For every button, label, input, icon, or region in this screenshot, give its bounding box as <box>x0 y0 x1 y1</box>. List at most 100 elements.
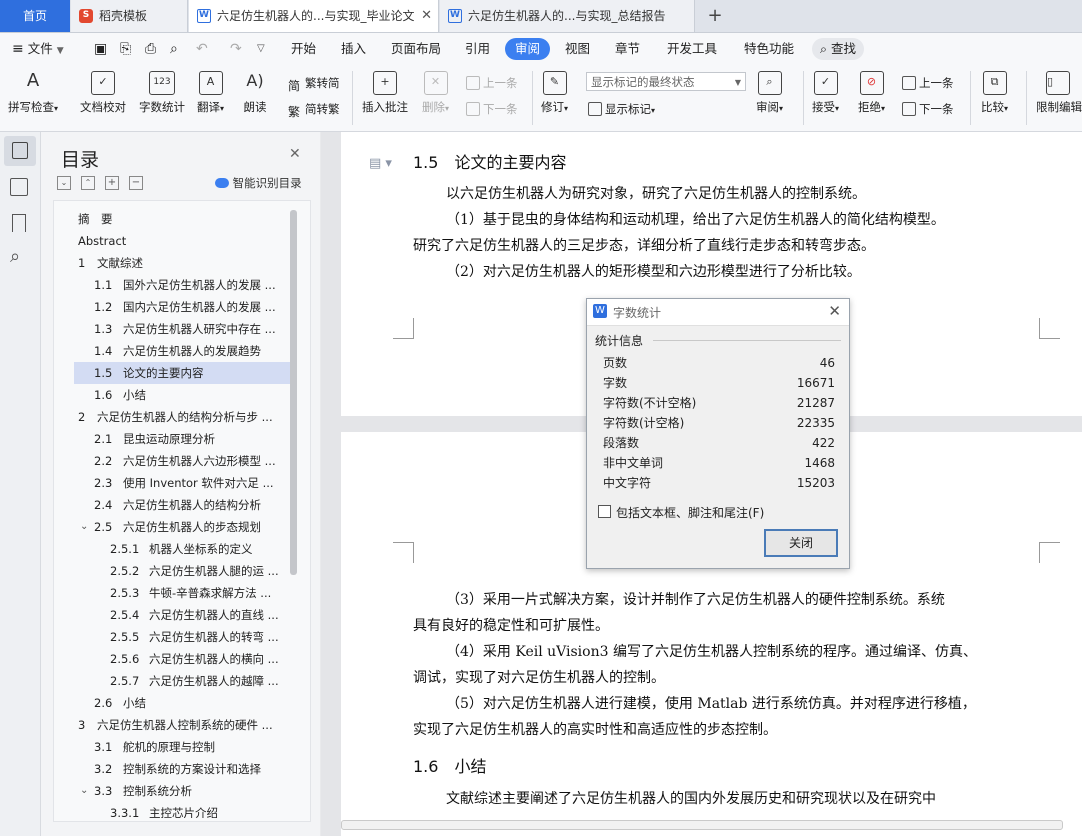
toc-item[interactable]: 3.2 控制系统的方案设计和选择 <box>74 758 290 780</box>
redo-icon[interactable]: ↷ <box>230 33 242 65</box>
include-textbox-checkbox[interactable] <box>598 505 611 518</box>
page-options-icon[interactable]: ▤ ▾ <box>369 156 392 171</box>
toc-item-number: 2.5.6 <box>110 652 140 666</box>
toc-item[interactable]: 2.2 六足仿生机器人六边形模型 ... <box>74 450 290 472</box>
tab-home[interactable]: 首页 <box>0 0 70 32</box>
prev-change-button[interactable]: 上一条 <box>902 75 954 91</box>
read-aloud-button[interactable]: A) 朗读 <box>243 71 267 115</box>
show-markup-button[interactable]: 显示标记▾ <box>588 101 655 117</box>
close-icon[interactable]: ✕ <box>289 146 301 162</box>
toc-item[interactable]: ⌄ 3.3 控制系统分析 <box>74 780 290 802</box>
chevron-down-icon[interactable]: ⌄ <box>80 780 88 802</box>
toc-item[interactable]: ⌄3六足仿生机器人控制系统的硬件 ... <box>74 714 290 736</box>
toc-item[interactable]: 1.5 论文的主要内容 <box>74 362 290 384</box>
undo-icon[interactable]: ↶ <box>196 33 208 65</box>
menu-references[interactable]: 引用 <box>465 33 490 65</box>
export-icon[interactable]: ⎘ <box>120 33 131 65</box>
toc-item[interactable]: 1.2 国内六足仿生机器人的发展 ... <box>74 296 290 318</box>
menu-page-layout[interactable]: 页面布局 <box>391 33 441 65</box>
next-change-button[interactable]: 下一条 <box>902 101 954 117</box>
tab-template[interactable]: S 稻壳模板 <box>71 0 188 32</box>
read-aloud-label: 朗读 <box>243 100 267 114</box>
print-icon[interactable]: ⎙ <box>145 33 156 65</box>
toc-item[interactable]: 3.3.1 主控芯片介绍 <box>74 802 290 818</box>
toc-item[interactable]: 1.6 小结 <box>74 384 290 406</box>
insert-comment-button[interactable]: + 插入批注 <box>362 71 408 115</box>
tab-doc-thesis[interactable]: W 六足仿生机器人的...与实现_毕业论文 ✕ <box>189 0 439 32</box>
menu-chapter[interactable]: 章节 <box>615 33 640 65</box>
to-simplified-button[interactable]: 繁简转繁 <box>288 101 340 119</box>
print-preview-icon[interactable]: ⌕ <box>170 33 178 65</box>
reject-button[interactable]: ⊘ 拒绝▾ <box>858 71 885 115</box>
search-box[interactable]: ⌕ 查找 <box>812 38 865 60</box>
revise-button[interactable]: ✎ 修订▾ <box>541 71 568 115</box>
doc-check-label: 文档校对 <box>80 100 126 114</box>
ribbon-divider <box>803 71 804 125</box>
menu-start[interactable]: 开始 <box>291 33 316 65</box>
toc-item[interactable]: 2.5.4 六足仿生机器人的直线 ... <box>74 604 290 626</box>
review-pane-button[interactable]: ⌕ 审阅▾ <box>756 71 783 115</box>
word-count-button[interactable]: 123 字数统计 <box>139 71 185 115</box>
delete-comment-button[interactable]: ✕ 删除▾ <box>422 71 449 115</box>
add-heading-icon[interactable]: + <box>105 176 119 190</box>
toc-item[interactable]: 2.5.7 六足仿生机器人的越障 ... <box>74 670 290 692</box>
toc-item[interactable]: ⌄ 2.5 六足仿生机器人的步态规划 <box>74 516 290 538</box>
remove-heading-icon[interactable]: − <box>129 176 143 190</box>
toc-item[interactable]: 3.1 舵机的原理与控制 <box>74 736 290 758</box>
menu-developer[interactable]: 开发工具 <box>667 33 717 65</box>
translate-button[interactable]: A 翻译▾ <box>197 71 224 115</box>
menu-insert[interactable]: 插入 <box>341 33 366 65</box>
next-comment-button[interactable]: 下一条 <box>466 101 518 117</box>
close-icon[interactable]: ✕ <box>828 302 841 320</box>
spell-check-button[interactable]: A 拼写检查▾ <box>8 71 58 115</box>
menu-features[interactable]: 特色功能 <box>744 33 794 65</box>
menu-view[interactable]: 视图 <box>565 33 590 65</box>
toc-item[interactable]: 2.5.2 六足仿生机器人腿的运 ... <box>74 560 290 582</box>
doc-check-icon: ✓ <box>91 71 115 95</box>
tab-doc-report[interactable]: W 六足仿生机器人的...与实现_总结报告 <box>440 0 695 32</box>
toc-item[interactable]: 摘 要 <box>74 208 290 230</box>
markup-state-select[interactable]: 显示标记的最终状态 ▼ <box>586 72 746 91</box>
search-icon[interactable]: ⌕ <box>10 246 20 267</box>
file-menu[interactable]: ≡ 文件 ▼ <box>12 33 64 65</box>
compare-button[interactable]: ⧉ 比较▾ <box>981 71 1008 115</box>
toc-item-number: 1.1 <box>94 278 113 292</box>
toc-item[interactable]: ⌄1文献综述 <box>74 252 290 274</box>
close-icon[interactable]: ✕ <box>421 0 432 32</box>
toc-item[interactable]: 1.1 国外六足仿生机器人的发展 ... <box>74 274 290 296</box>
prev-comment-button[interactable]: 上一条 <box>466 75 518 91</box>
toc-item[interactable]: 2.5.5 六足仿生机器人的转弯 ... <box>74 626 290 648</box>
toc-panel-button[interactable] <box>4 136 36 166</box>
toc-item[interactable]: 1.4 六足仿生机器人的发展趋势 <box>74 340 290 362</box>
to-traditional-button[interactable]: 简繁转简 <box>288 75 340 93</box>
toc-item[interactable]: 2.5.6 六足仿生机器人的横向 ... <box>74 648 290 670</box>
horizontal-scrollbar[interactable] <box>341 820 1063 830</box>
toc-item[interactable]: 2.5.1 机器人坐标系的定义 <box>74 538 290 560</box>
toc-item[interactable]: 1.3 六足仿生机器人研究中存在 ... <box>74 318 290 340</box>
menu-review[interactable]: 审阅 <box>505 38 551 60</box>
chevron-down-icon[interactable]: ⌄ <box>80 516 88 538</box>
toc-item[interactable]: 2.5.3 牛顿-辛普森求解方法 ... <box>74 582 290 604</box>
new-tab-button[interactable]: + <box>705 0 725 32</box>
accept-button[interactable]: ✓ 接受▾ <box>812 71 839 115</box>
toc-scrollbar[interactable] <box>290 210 297 575</box>
accept-label: 接受 <box>812 100 835 114</box>
toc-item[interactable]: ⌄2六足仿生机器人的结构分析与步 ... <box>74 406 290 428</box>
bookmark-icon[interactable] <box>12 214 26 232</box>
toc-item[interactable]: 2.6 小结 <box>74 692 290 714</box>
save-icon[interactable]: ▣ <box>94 33 107 65</box>
close-button[interactable]: 关闭 <box>764 529 838 557</box>
hamburger-icon: ≡ <box>12 41 24 57</box>
toc-item[interactable]: Abstract <box>74 230 290 252</box>
quick-access-more-icon[interactable]: ▽ <box>257 33 265 65</box>
reject-icon: ⊘ <box>859 71 884 95</box>
toc-item[interactable]: 2.1 昆虫运动原理分析 <box>74 428 290 450</box>
restrict-edit-button[interactable]: ▯ 限制编辑 <box>1036 71 1082 115</box>
collapse-all-icon[interactable]: ⌄ <box>57 176 71 190</box>
navigation-icon[interactable] <box>10 178 28 196</box>
doc-check-button[interactable]: ✓ 文档校对 <box>80 71 126 115</box>
toc-item[interactable]: 2.4 六足仿生机器人的结构分析 <box>74 494 290 516</box>
smart-toc-button[interactable]: 智能识别目录 <box>215 175 302 191</box>
toc-item[interactable]: 2.3 使用 Inventor 软件对六足 ... <box>74 472 290 494</box>
expand-icon[interactable]: ⌃ <box>81 176 95 190</box>
